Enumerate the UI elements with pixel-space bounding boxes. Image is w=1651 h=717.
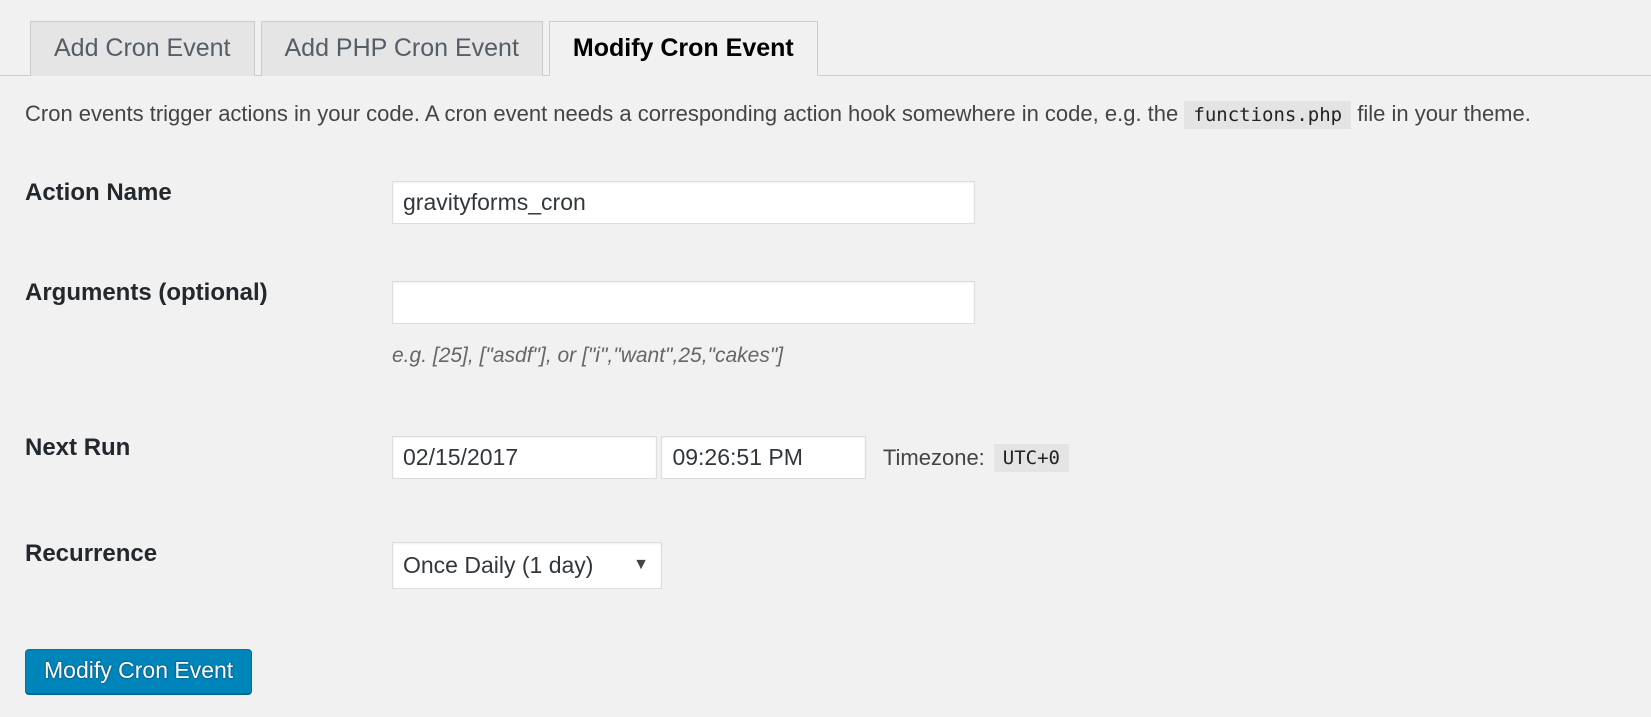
functions-php-code-chip: functions.php <box>1184 101 1352 129</box>
recurrence-select[interactable]: Once Daily (1 day) <box>392 541 662 589</box>
row-next-run: Next Run Timezone: UTC+0 <box>0 436 1651 480</box>
modify-cron-event-submit-button[interactable]: Modify Cron Event <box>25 648 253 694</box>
page-description: Cron events trigger actions in your code… <box>25 96 1531 133</box>
recurrence-label: Recurrence <box>25 539 158 567</box>
tab-add-cron-event[interactable]: Add Cron Event <box>30 21 255 76</box>
row-action-name: Action Name <box>0 181 1651 224</box>
action-name-label: Action Name <box>25 179 172 206</box>
next-run-time-input[interactable] <box>661 436 867 479</box>
description-text-before: Cron events trigger actions in your code… <box>25 101 1179 126</box>
arguments-help-text: e.g. [25], ["asdf"], or ["i","want",25,"… <box>392 344 784 367</box>
timezone-value-chip: UTC+0 <box>993 444 1069 472</box>
timezone-label: Timezone: <box>882 445 985 470</box>
description-text-after: file in your theme. <box>1357 101 1531 126</box>
arguments-label: Arguments (optional) <box>25 279 268 306</box>
tab-modify-cron-event[interactable]: Modify Cron Event <box>548 21 818 76</box>
row-submit: Modify Cron Event <box>0 648 1651 694</box>
timezone-display: Timezone: UTC+0 <box>883 437 1069 480</box>
next-run-label: Next Run <box>25 434 131 461</box>
action-name-input[interactable] <box>392 181 975 224</box>
modify-cron-event-form: Action Name Arguments (optional) e.g. [2… <box>0 166 1651 694</box>
tab-strip: Add Cron Event Add PHP Cron Event Modify… <box>0 0 1651 76</box>
arguments-input[interactable] <box>392 281 975 324</box>
row-arguments: Arguments (optional) e.g. [25], ["asdf"]… <box>0 281 1651 368</box>
row-recurrence: Recurrence Once Daily (1 day) ▼ <box>0 539 1651 589</box>
tab-add-php-cron-event[interactable]: Add PHP Cron Event <box>260 21 543 76</box>
recurrence-select-wrapper: Once Daily (1 day) ▼ <box>392 541 662 589</box>
next-run-date-input[interactable] <box>392 436 657 479</box>
